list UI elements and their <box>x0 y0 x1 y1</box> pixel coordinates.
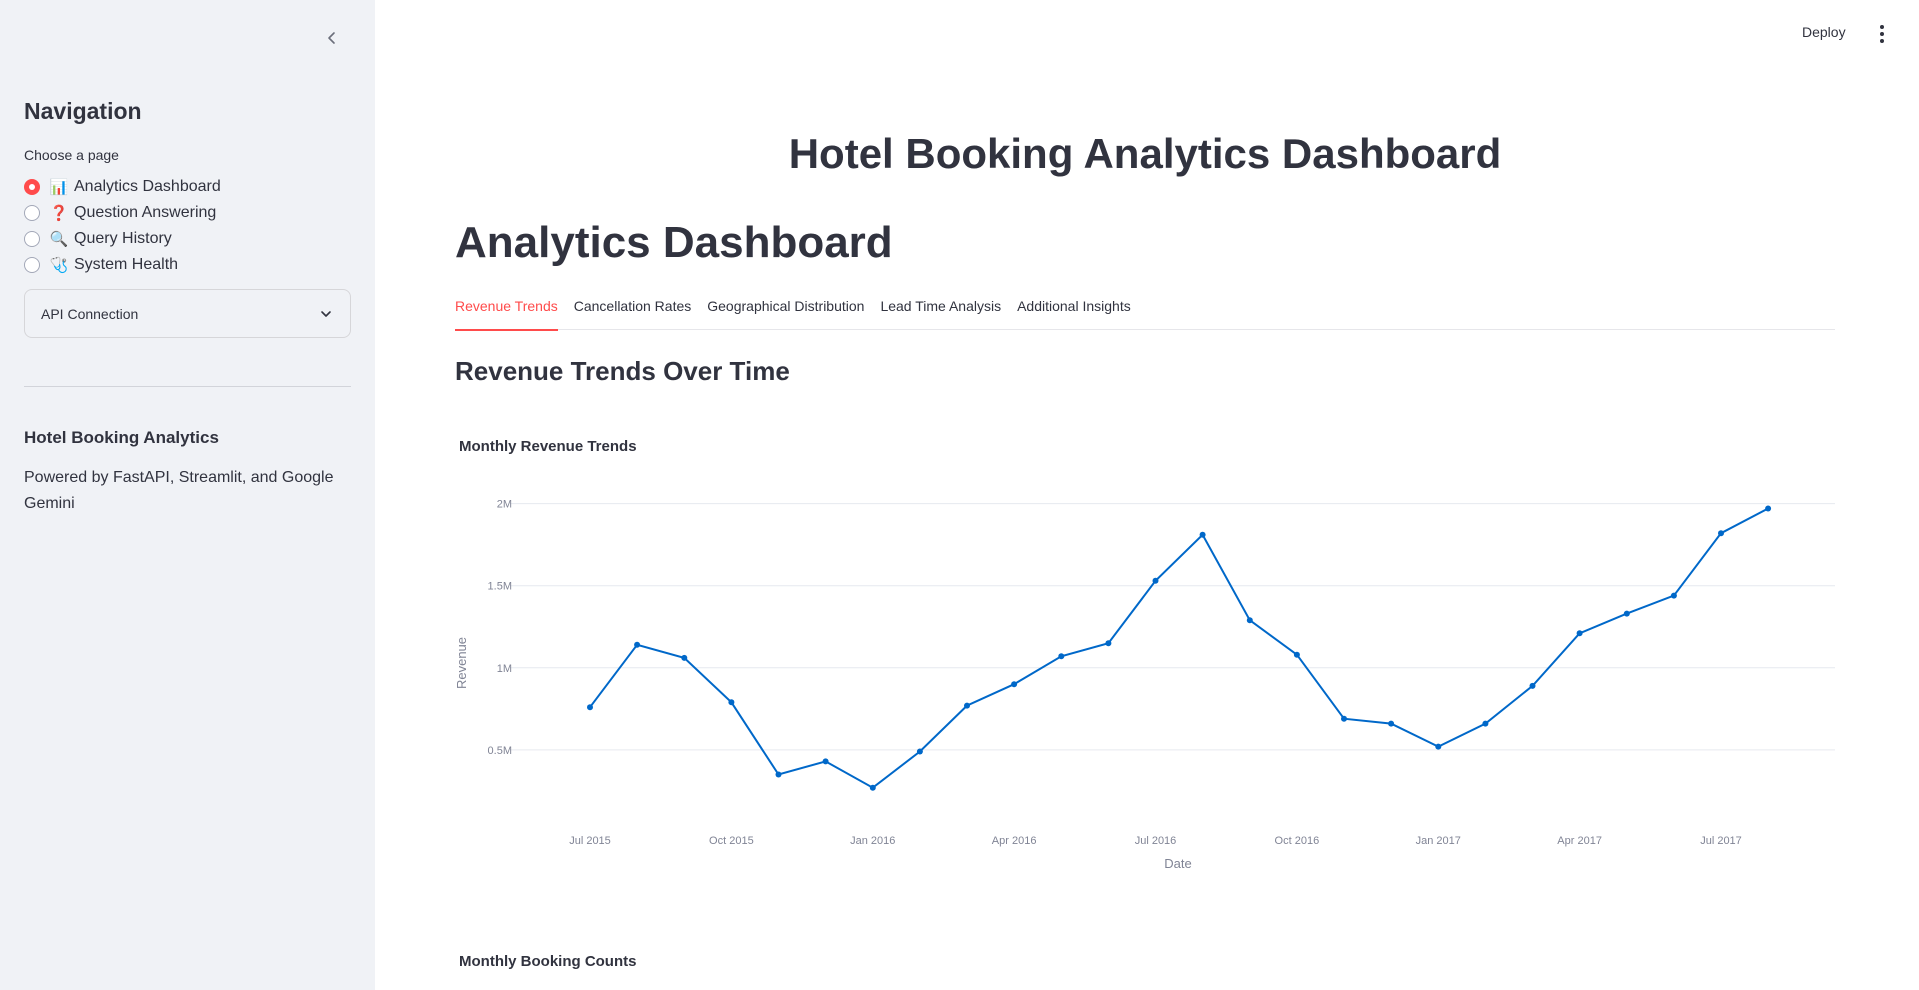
data-point[interactable] <box>1765 505 1772 512</box>
chart-y-ticks: 0.5M 1M 1.5M 2M <box>488 499 512 757</box>
app-title: Hotel Booking Analytics Dashboard <box>788 130 1502 177</box>
x-tick-label: Jul 2015 <box>569 835 611 847</box>
y-tick-label: 0.5M <box>488 745 512 757</box>
data-point[interactable] <box>1670 592 1677 599</box>
x-tick-label: Oct 2016 <box>1275 835 1320 847</box>
chevron-down-icon <box>321 310 331 317</box>
chart-x-ticks: Jul 2015 Oct 2015 Jan 2016 Apr 2016 Jul 2016… <box>569 835 1742 847</box>
radio-unselected-icon[interactable] <box>24 257 40 273</box>
sidebar: Navigation Choose a page 📊 Analytics Das… <box>0 0 375 990</box>
page-select-label: Choose a page <box>24 147 119 163</box>
y-tick-label: 1M <box>497 663 512 675</box>
api-connection-expander[interactable]: API Connection <box>24 289 351 338</box>
x-tick-label: Jul 2017 <box>1700 835 1742 847</box>
chevron-left-icon <box>328 32 335 44</box>
radio-unselected-icon[interactable] <box>24 205 40 221</box>
data-point[interactable] <box>1058 653 1065 660</box>
x-tick-label: Jan 2016 <box>850 835 895 847</box>
tab-additional-insights[interactable]: Additional Insights <box>1017 296 1131 330</box>
data-point[interactable] <box>1623 610 1630 617</box>
magnifier-icon: 🔍 <box>49 231 69 248</box>
sidebar-heading: Navigation <box>24 98 142 124</box>
sidebar-divider <box>24 386 351 387</box>
data-point[interactable] <box>1246 617 1253 624</box>
x-tick-label: Jan 2017 <box>1416 835 1461 847</box>
data-point[interactable] <box>1011 681 1018 688</box>
radio-label: System Health <box>74 256 179 273</box>
data-point[interactable] <box>634 641 641 648</box>
question-mark-icon: ❓ <box>49 205 69 222</box>
radio-label: Query History <box>74 230 172 247</box>
tab-lead-time-analysis[interactable]: Lead Time Analysis <box>880 296 1001 330</box>
revenue-line-chart[interactable]: 0.5M 1M 1.5M 2M Jul 2015 Oct 2015 Jan 2016 Apr… <box>440 490 1840 890</box>
expander-label: API Connection <box>41 305 139 322</box>
data-point[interactable] <box>1529 682 1536 689</box>
data-point[interactable] <box>1482 720 1489 727</box>
data-point[interactable] <box>1152 577 1159 584</box>
revenue-series-line <box>589 507 1769 789</box>
data-point[interactable] <box>916 748 923 755</box>
collapse-sidebar-button[interactable] <box>318 24 346 52</box>
data-point[interactable] <box>775 771 782 778</box>
chart-title: Monthly Revenue Trends <box>459 438 637 455</box>
section-title: Revenue Trends Over Time <box>455 356 790 386</box>
tab-revenue-trends[interactable]: Revenue Trends <box>455 296 558 331</box>
data-point[interactable] <box>1105 640 1112 647</box>
radio-question-answering[interactable]: ❓ Question Answering <box>24 200 221 226</box>
booking-count-chart-title: Monthly Booking Counts <box>459 953 637 970</box>
page-radio-group: 📊 Analytics Dashboard ❓ Question Answeri… <box>24 174 221 278</box>
tab-geographical-distribution[interactable]: Geographical Distribution <box>707 296 864 330</box>
x-axis-label: Date <box>1164 856 1191 871</box>
x-tick-label: Oct 2015 <box>709 835 754 847</box>
revenue-series-points <box>587 505 1772 791</box>
sidebar-app-title: Hotel Booking Analytics <box>24 428 219 447</box>
data-point[interactable] <box>869 784 876 791</box>
radio-analytics-dashboard[interactable]: 📊 Analytics Dashboard <box>24 174 221 200</box>
tab-bar: Revenue Trends Cancellation Rates Geogra… <box>455 296 1835 331</box>
radio-label: Analytics Dashboard <box>74 178 221 195</box>
data-point[interactable] <box>1576 630 1583 637</box>
y-tick-label: 2M <box>497 499 512 511</box>
radio-query-history[interactable]: 🔍 Query History <box>24 226 221 252</box>
radio-unselected-icon[interactable] <box>24 231 40 247</box>
data-point[interactable] <box>1293 651 1300 658</box>
data-point[interactable] <box>1341 715 1347 722</box>
data-point[interactable] <box>1435 743 1442 750</box>
data-point[interactable] <box>1388 720 1395 727</box>
radio-system-health[interactable]: 🩺 System Health <box>24 252 221 278</box>
main-menu-icon[interactable] <box>1874 22 1890 46</box>
x-tick-label: Jul 2016 <box>1135 835 1177 847</box>
data-point[interactable] <box>1718 530 1724 537</box>
sidebar-powered-by: Powered by FastAPI, Streamlit, and Googl… <box>24 469 334 512</box>
data-point[interactable] <box>681 654 688 661</box>
radio-selected-icon[interactable] <box>24 179 40 195</box>
bar-chart-icon: 📊 <box>49 179 69 196</box>
tab-cancellation-rates[interactable]: Cancellation Rates <box>574 296 692 330</box>
stethoscope-icon: 🩺 <box>49 257 69 274</box>
data-point[interactable] <box>1199 531 1206 538</box>
y-axis-label: Revenue <box>454 637 469 689</box>
data-point[interactable] <box>728 699 735 706</box>
data-point[interactable] <box>964 702 970 709</box>
deploy-button[interactable]: Deploy <box>1802 24 1846 40</box>
x-tick-label: Apr 2017 <box>1557 835 1602 847</box>
x-tick-label: Apr 2016 <box>992 835 1037 847</box>
y-tick-label: 1.5M <box>488 581 512 593</box>
data-point[interactable] <box>587 704 593 711</box>
page-title: Analytics Dashboard <box>455 218 893 267</box>
data-point[interactable] <box>822 758 829 765</box>
chart-gridlines <box>510 503 1835 751</box>
radio-label: Question Answering <box>74 204 217 221</box>
